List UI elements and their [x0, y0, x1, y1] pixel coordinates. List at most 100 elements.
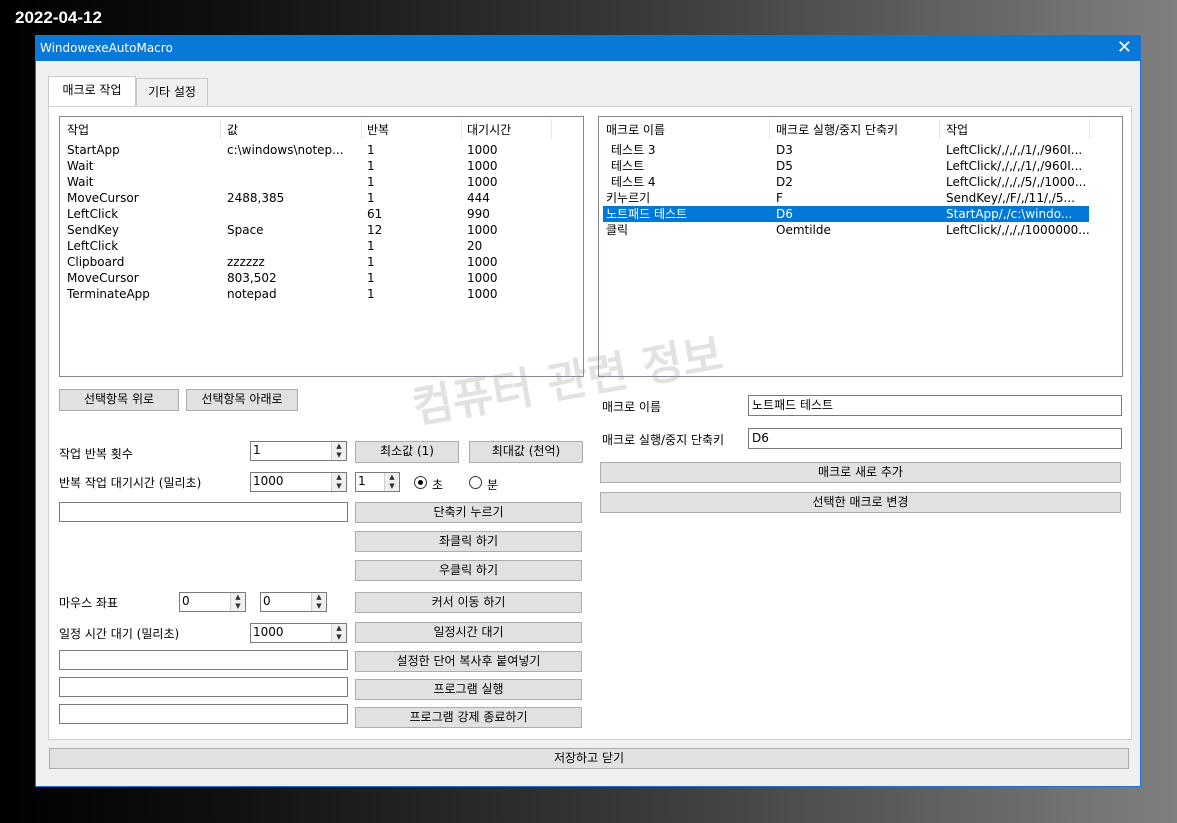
program-path-input[interactable] [59, 677, 348, 697]
change-macro-button[interactable]: 선택한 매크로 변경 [600, 492, 1121, 513]
table-cell[interactable]: LeftClick [67, 206, 118, 222]
table-cell[interactable]: 1000 [467, 158, 498, 174]
table-cell[interactable]: 1 [367, 270, 375, 286]
table-cell[interactable]: Space [227, 222, 264, 238]
wait-button[interactable]: 일정시간 대기 [355, 622, 582, 643]
table-cell[interactable]: 1 [367, 254, 375, 270]
delay-unit-stepper[interactable]: 1 ▲ ▼ [355, 472, 400, 492]
arrow-down-icon[interactable]: ▼ [332, 451, 346, 460]
table-cell[interactable]: SendKey/,/F/,/11/,/5... [946, 190, 1075, 206]
max-value-button[interactable]: 최대값 (천억) [469, 441, 583, 463]
table-cell[interactable]: 1000 [467, 142, 498, 158]
column-header-action[interactable]: 작업 [67, 121, 89, 138]
paste-text-input[interactable] [59, 650, 348, 670]
table-cell[interactable]: D3 [776, 142, 793, 158]
move-down-button[interactable]: 선택항목 아래로 [186, 389, 298, 411]
min-value-button[interactable]: 최소값 (1) [355, 441, 459, 463]
table-cell[interactable]: 클릭 [606, 222, 628, 238]
action-list[interactable]: 작업 값 반복 대기시간 StartApp c:\windows\notep...… [59, 116, 584, 377]
table-cell[interactable]: 1000 [467, 286, 498, 302]
table-cell[interactable]: MoveCursor [67, 270, 139, 286]
column-header-repeat[interactable]: 반복 [367, 121, 389, 138]
column-header-hotkey[interactable]: 매크로 실행/중지 단축키 [776, 121, 898, 138]
table-cell[interactable]: StartApp [67, 142, 120, 158]
table-cell[interactable]: D2 [776, 174, 793, 190]
table-cell[interactable]: F [776, 190, 783, 206]
mouse-x-stepper[interactable]: 0 ▲ ▼ [179, 592, 246, 612]
arrow-up-icon[interactable]: ▲ [385, 473, 399, 482]
table-cell[interactable]: 2488,385 [227, 190, 284, 206]
table-cell[interactable]: 테스트 4 [611, 174, 656, 190]
run-program-button[interactable]: 프로그램 실행 [355, 679, 582, 700]
arrow-down-icon[interactable]: ▼ [312, 602, 326, 611]
table-cell[interactable]: 1000 [467, 222, 498, 238]
stepper-arrows[interactable]: ▲ ▼ [384, 473, 399, 491]
move-cursor-button[interactable]: 커서 이동 하기 [355, 592, 582, 613]
table-cell[interactable]: c:\windows\notep... [227, 142, 344, 158]
table-cell[interactable]: LeftClick/,/,/,/1/,/960I... [946, 142, 1082, 158]
arrow-up-icon[interactable]: ▲ [312, 593, 326, 602]
tab-macro-work[interactable]: 매크로 작업 [48, 76, 136, 106]
save-close-button[interactable]: 저장하고 닫기 [49, 748, 1129, 769]
column-header-value[interactable]: 값 [227, 121, 238, 138]
arrow-up-icon[interactable]: ▲ [332, 473, 346, 482]
table-cell[interactable]: D5 [776, 158, 793, 174]
hotkey-input[interactable] [59, 502, 348, 522]
table-cell[interactable]: 테스트 3 [611, 142, 656, 158]
tab-other-settings[interactable]: 기타 설정 [136, 78, 208, 106]
table-cell[interactable]: 1 [367, 158, 375, 174]
macro-name-input[interactable]: 노트패드 테스트 [748, 395, 1122, 416]
table-cell[interactable]: 990 [467, 206, 490, 222]
stepper-arrows[interactable]: ▲ ▼ [331, 624, 346, 642]
paste-text-button[interactable]: 설정한 단어 복사후 붙여넣기 [355, 651, 582, 672]
stepper-arrows[interactable]: ▲ ▼ [230, 593, 245, 611]
table-cell[interactable]: 테스트 [611, 158, 644, 174]
radio-minutes-label[interactable]: 분 [487, 476, 498, 493]
table-cell[interactable]: 1 [367, 142, 375, 158]
table-cell[interactable]: zzzzzz [227, 254, 265, 270]
table-cell[interactable]: 1 [367, 190, 375, 206]
table-cell[interactable]: LeftClick/,/,/,/5/,/1000... [946, 174, 1086, 190]
arrow-down-icon[interactable]: ▼ [231, 602, 245, 611]
table-cell[interactable]: 1000 [467, 174, 498, 190]
table-cell[interactable]: 444 [467, 190, 490, 206]
right-click-button[interactable]: 우클릭 하기 [355, 560, 582, 581]
table-cell[interactable]: StartApp/,/c:\windo... [946, 206, 1072, 222]
table-cell[interactable]: LeftClick/,/,/,/1000000... [946, 222, 1090, 238]
repeat-count-stepper[interactable]: 1 ▲ ▼ [250, 441, 347, 461]
table-cell[interactable]: Oemtilde [776, 222, 831, 238]
table-cell[interactable]: 1000 [467, 270, 498, 286]
table-cell[interactable]: 1 [367, 238, 375, 254]
column-header-delay[interactable]: 대기시간 [467, 121, 511, 138]
radio-seconds-label[interactable]: 초 [432, 476, 443, 493]
close-icon[interactable]: ✕ [1117, 38, 1132, 58]
arrow-up-icon[interactable]: ▲ [332, 624, 346, 633]
left-click-button[interactable]: 좌클릭 하기 [355, 531, 582, 552]
table-cell[interactable]: notepad [227, 286, 277, 302]
macro-list[interactable]: 매크로 이름 매크로 실행/중지 단축키 작업 테스트 3 D3 LeftClick… [598, 116, 1123, 377]
table-cell[interactable]: D6 [776, 206, 793, 222]
table-cell[interactable]: SendKey [67, 222, 119, 238]
arrow-down-icon[interactable]: ▼ [385, 482, 399, 491]
macro-hotkey-input[interactable]: D6 [748, 428, 1122, 449]
table-cell[interactable]: LeftClick/,/,/,/1/,/960I... [946, 158, 1082, 174]
radio-seconds[interactable] [414, 476, 427, 489]
column-header-macro-name[interactable]: 매크로 이름 [606, 121, 665, 138]
wait-time-stepper[interactable]: 1000 ▲ ▼ [250, 623, 347, 643]
table-cell[interactable]: 노트패드 테스트 [606, 206, 687, 222]
radio-minutes[interactable] [469, 476, 482, 489]
table-cell[interactable]: 1 [367, 174, 375, 190]
arrow-up-icon[interactable]: ▲ [231, 593, 245, 602]
table-cell[interactable]: 61 [367, 206, 382, 222]
table-cell[interactable]: Wait [67, 174, 94, 190]
move-up-button[interactable]: 선택항목 위로 [59, 389, 179, 411]
stepper-arrows[interactable]: ▲ ▼ [311, 593, 326, 611]
stepper-arrows[interactable]: ▲ ▼ [331, 442, 346, 460]
table-cell[interactable]: Clipboard [67, 254, 124, 270]
kill-program-input[interactable] [59, 704, 348, 724]
press-hotkey-button[interactable]: 단축키 누르기 [355, 502, 582, 523]
table-cell[interactable]: 12 [367, 222, 382, 238]
table-cell[interactable]: Wait [67, 158, 94, 174]
table-cell[interactable]: MoveCursor [67, 190, 139, 206]
mouse-y-stepper[interactable]: 0 ▲ ▼ [260, 592, 327, 612]
